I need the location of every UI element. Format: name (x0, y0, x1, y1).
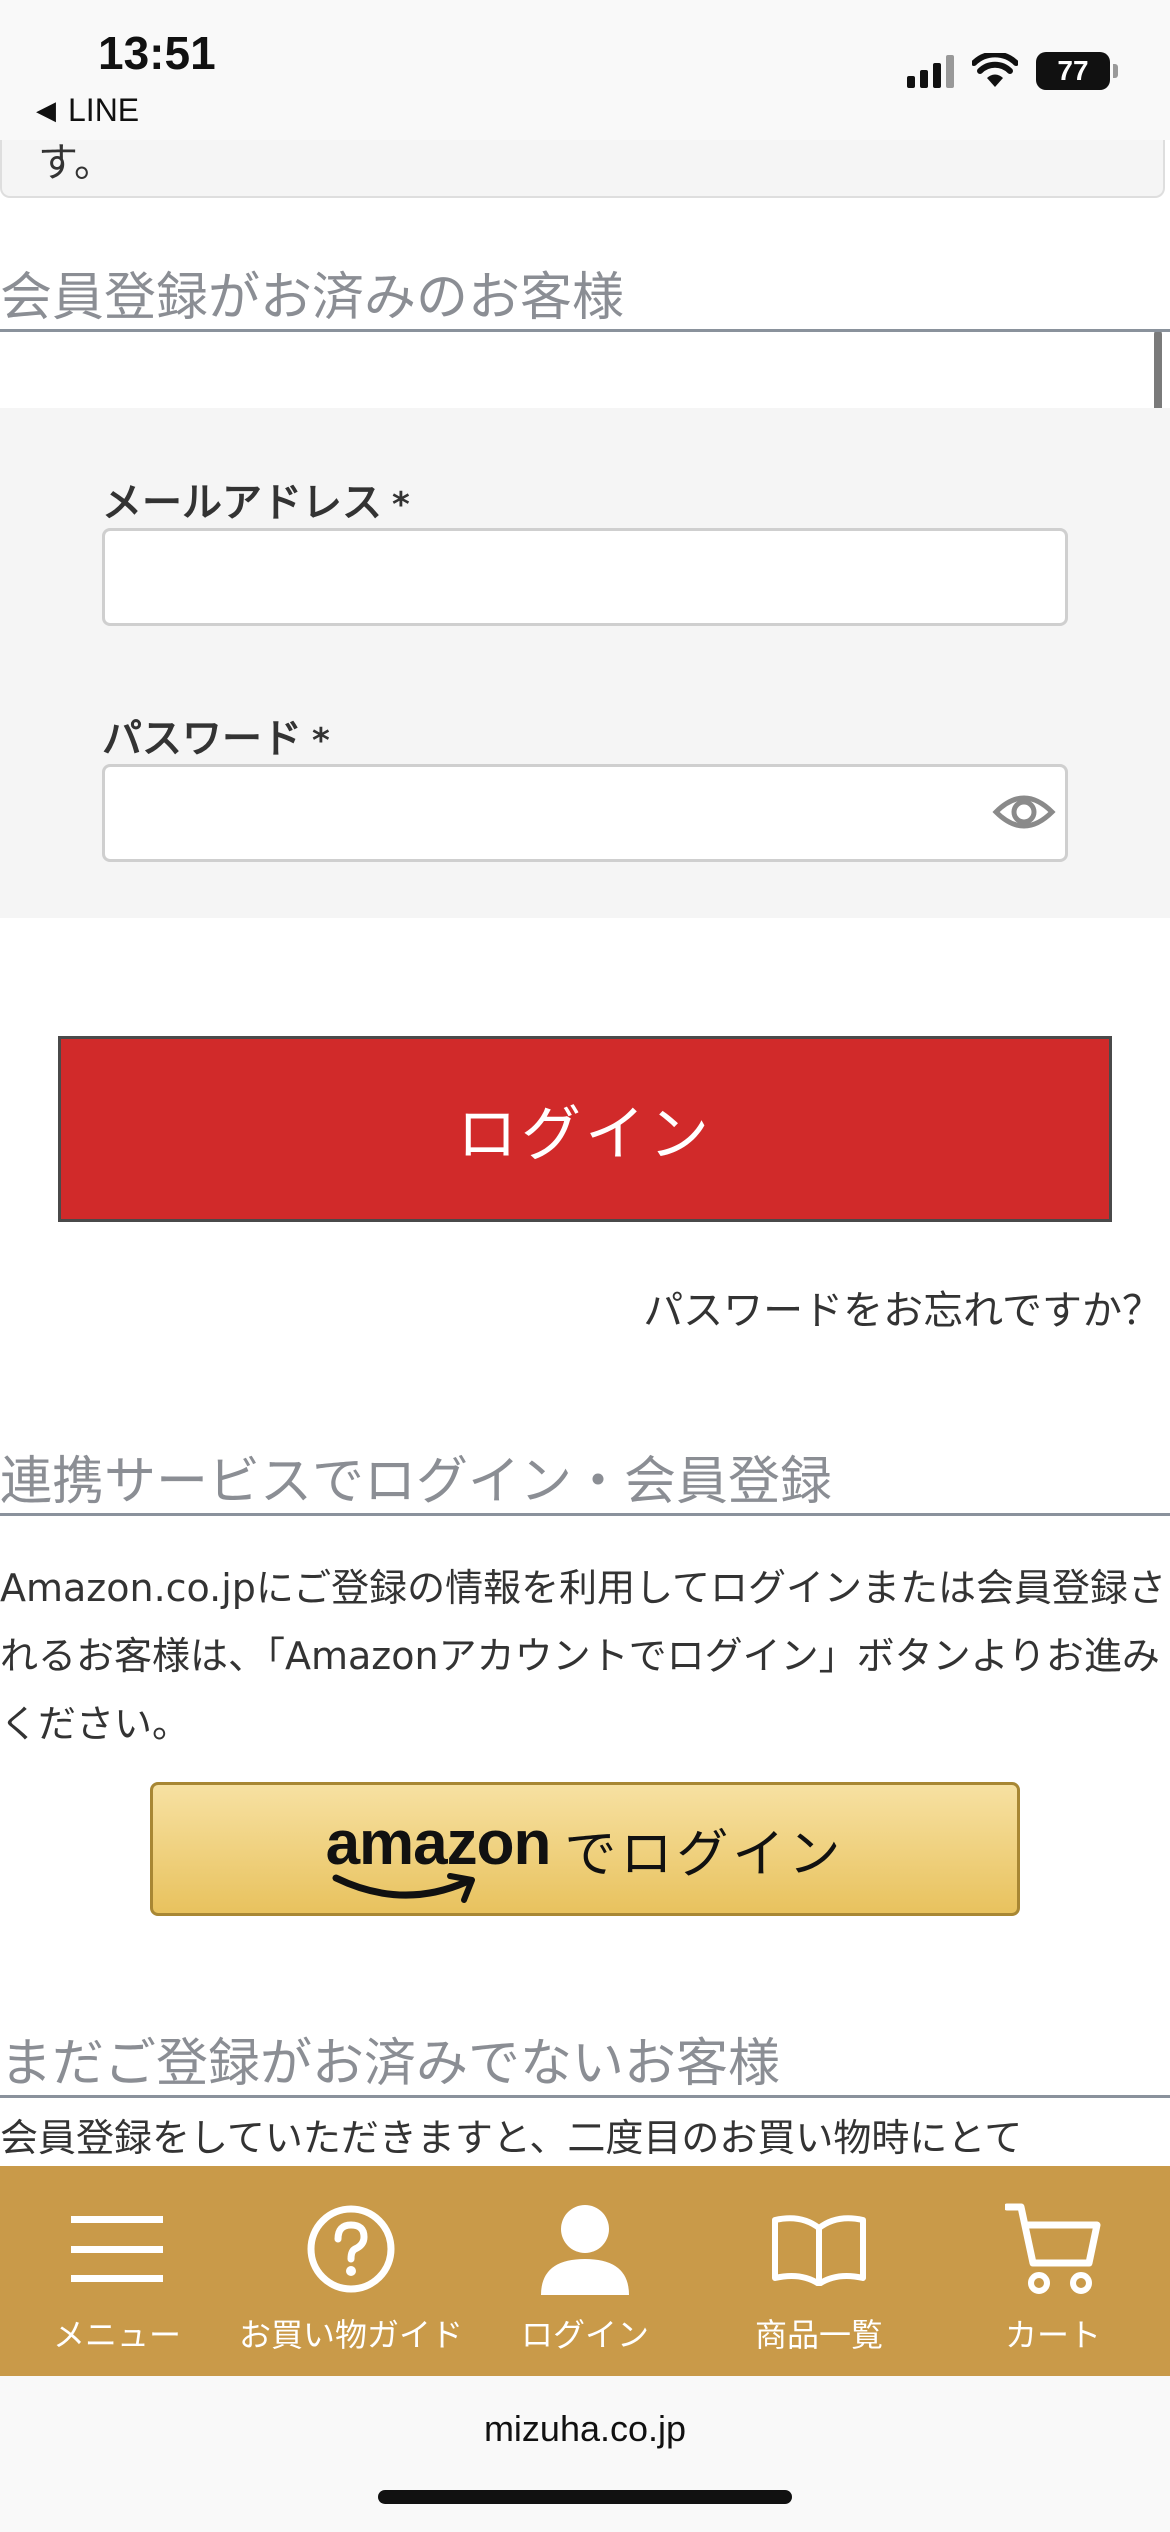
tab-menu[interactable]: メニュー (0, 2166, 234, 2376)
show-password-eye-icon[interactable] (992, 786, 1056, 838)
new-customer-description: 会員登録をしていただきますと、二度目のお買い物時にとて (0, 2116, 1023, 2160)
help-icon (305, 2194, 397, 2304)
bottom-tab-bar: メニュー お買い物ガイド ログイン 商品一覧 カート (0, 2166, 1170, 2376)
amazon-button-label: でログイン (564, 1824, 845, 1885)
tab-label: 商品一覧 (754, 2316, 883, 2354)
home-indicator[interactable] (378, 2490, 792, 2504)
tab-label: お買い物ガイド (238, 2316, 463, 2354)
back-to-app-link[interactable]: ◀ LINE (36, 92, 139, 129)
login-button[interactable]: ログイン (58, 1036, 1112, 1222)
cart-icon (1005, 2194, 1101, 2304)
password-label: パスワード * (102, 706, 330, 764)
email-label-text: メールアドレス (102, 480, 382, 526)
user-icon (537, 2194, 633, 2304)
back-triangle-icon: ◀ (36, 95, 56, 125)
battery-icon: 77 (1036, 52, 1118, 90)
linked-services-heading: 連携サービスでログイン・会員登録 (0, 1453, 1170, 1517)
linked-services-description: Amazon.co.jpにご登録の情報を利用してログインまたは会員登録されるお客… (0, 1566, 1166, 1746)
new-customer-heading: まだご登録がお済みでないお客様 (0, 2035, 1170, 2099)
tab-label: ログイン (520, 2316, 649, 2354)
previous-section-box: す。 (0, 140, 1165, 198)
status-icons: 77 (907, 52, 1118, 90)
cellular-signal-icon (907, 54, 954, 88)
back-app-label: LINE (68, 92, 140, 128)
required-mark: * (312, 721, 330, 761)
tab-label: メニュー (52, 2316, 181, 2354)
tab-cart[interactable]: カート (936, 2166, 1170, 2376)
email-input[interactable] (102, 528, 1068, 626)
book-icon (771, 2194, 867, 2304)
amazon-logo: amazon (326, 1808, 551, 1903)
menu-icon (69, 2194, 165, 2304)
url-text: mizuha.co.jp (483, 2408, 687, 2449)
password-label-text: パスワード (102, 716, 302, 762)
tab-shopping-guide[interactable]: お買い物ガイド (234, 2166, 468, 2376)
amazon-login-button[interactable]: amazon でログイン (150, 1782, 1020, 1916)
forgot-password-link[interactable]: パスワードをお忘れですか？ (643, 1278, 1162, 1336)
wifi-icon (972, 53, 1018, 87)
tab-login[interactable]: ログイン (468, 2166, 702, 2376)
tab-product-list[interactable]: 商品一覧 (702, 2166, 936, 2376)
tab-label: カート (1004, 2316, 1101, 2354)
email-label: メールアドレス * (102, 470, 410, 528)
password-input[interactable] (102, 764, 1068, 862)
required-mark: * (392, 485, 410, 525)
status-bar: 13:51 ◀ LINE 77 (0, 0, 1170, 140)
amazon-smile-icon (332, 1872, 475, 1903)
status-time: 13:51 (98, 27, 216, 79)
member-login-heading: 会員登録がお済みのお客様 (0, 269, 1170, 333)
browser-url-bar[interactable]: mizuha.co.jp (0, 2376, 1170, 2532)
